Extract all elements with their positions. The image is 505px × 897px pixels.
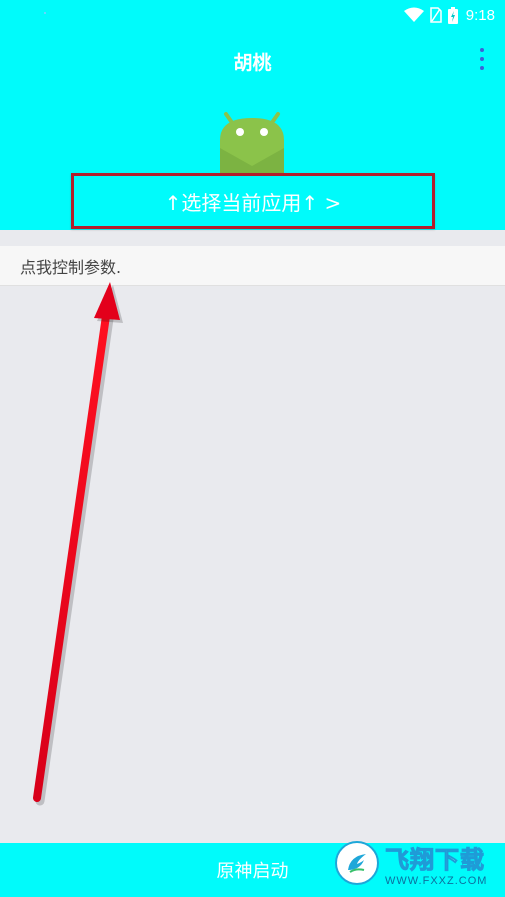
app-header: 胡桃 ↑选择当前应用↑ > <box>0 30 505 230</box>
sim-icon <box>430 7 442 23</box>
select-app-label: ↑选择当前应用↑ > <box>164 190 342 215</box>
android-icon <box>220 112 284 174</box>
param-control-label: 点我控制参数. <box>20 257 122 277</box>
launch-button-label: 原神启动 <box>216 861 289 882</box>
battery-icon <box>447 6 458 24</box>
watermark-url: WWW.FXXZ.COM <box>385 874 488 887</box>
wifi-icon <box>403 7 424 22</box>
status-bar: 9:18 <box>0 0 505 30</box>
watermark-logo-icon <box>335 841 379 885</box>
page-title: 胡桃 <box>233 52 272 74</box>
watermark: 飞翔下载 WWW.FXXZ.COM <box>335 836 495 890</box>
watermark-text: 飞翔下载 WWW.FXXZ.COM <box>384 840 488 887</box>
status-icons: 9:18 <box>403 5 495 25</box>
watermark-title: 飞翔下载 <box>384 845 485 874</box>
status-dot <box>44 12 46 14</box>
more-vert-icon[interactable] <box>477 48 487 70</box>
status-time: 9:18 <box>465 6 495 24</box>
param-control-item[interactable]: 点我控制参数. <box>0 246 505 286</box>
select-app-button[interactable]: ↑选择当前应用↑ > <box>71 173 435 229</box>
